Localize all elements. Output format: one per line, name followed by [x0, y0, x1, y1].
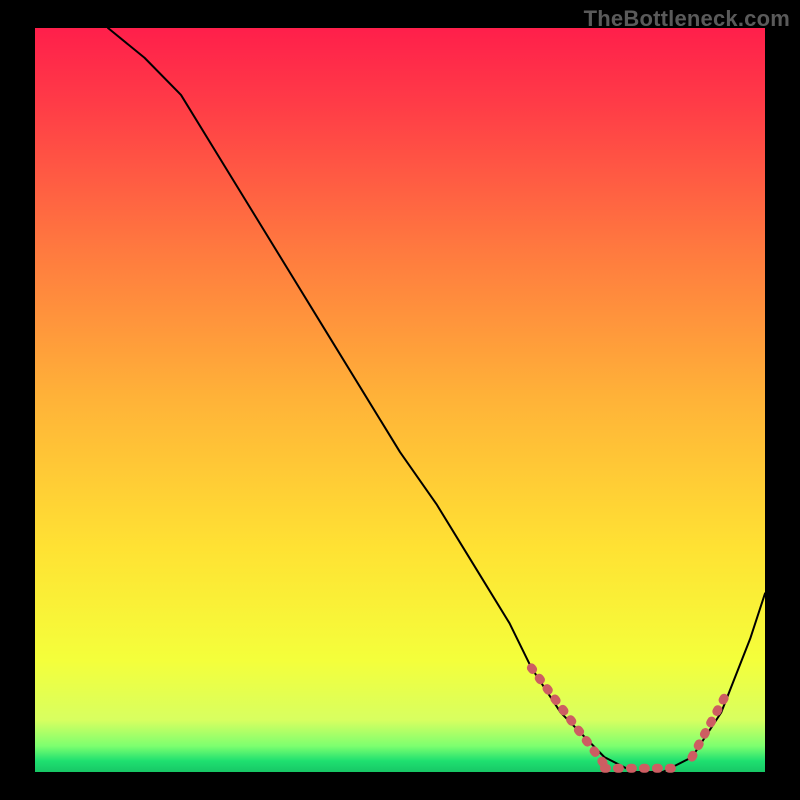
watermark-text: TheBottleneck.com [584, 6, 790, 32]
plot-background [35, 28, 765, 772]
chart-frame: TheBottleneck.com [0, 0, 800, 800]
bottleneck-chart [0, 0, 800, 800]
